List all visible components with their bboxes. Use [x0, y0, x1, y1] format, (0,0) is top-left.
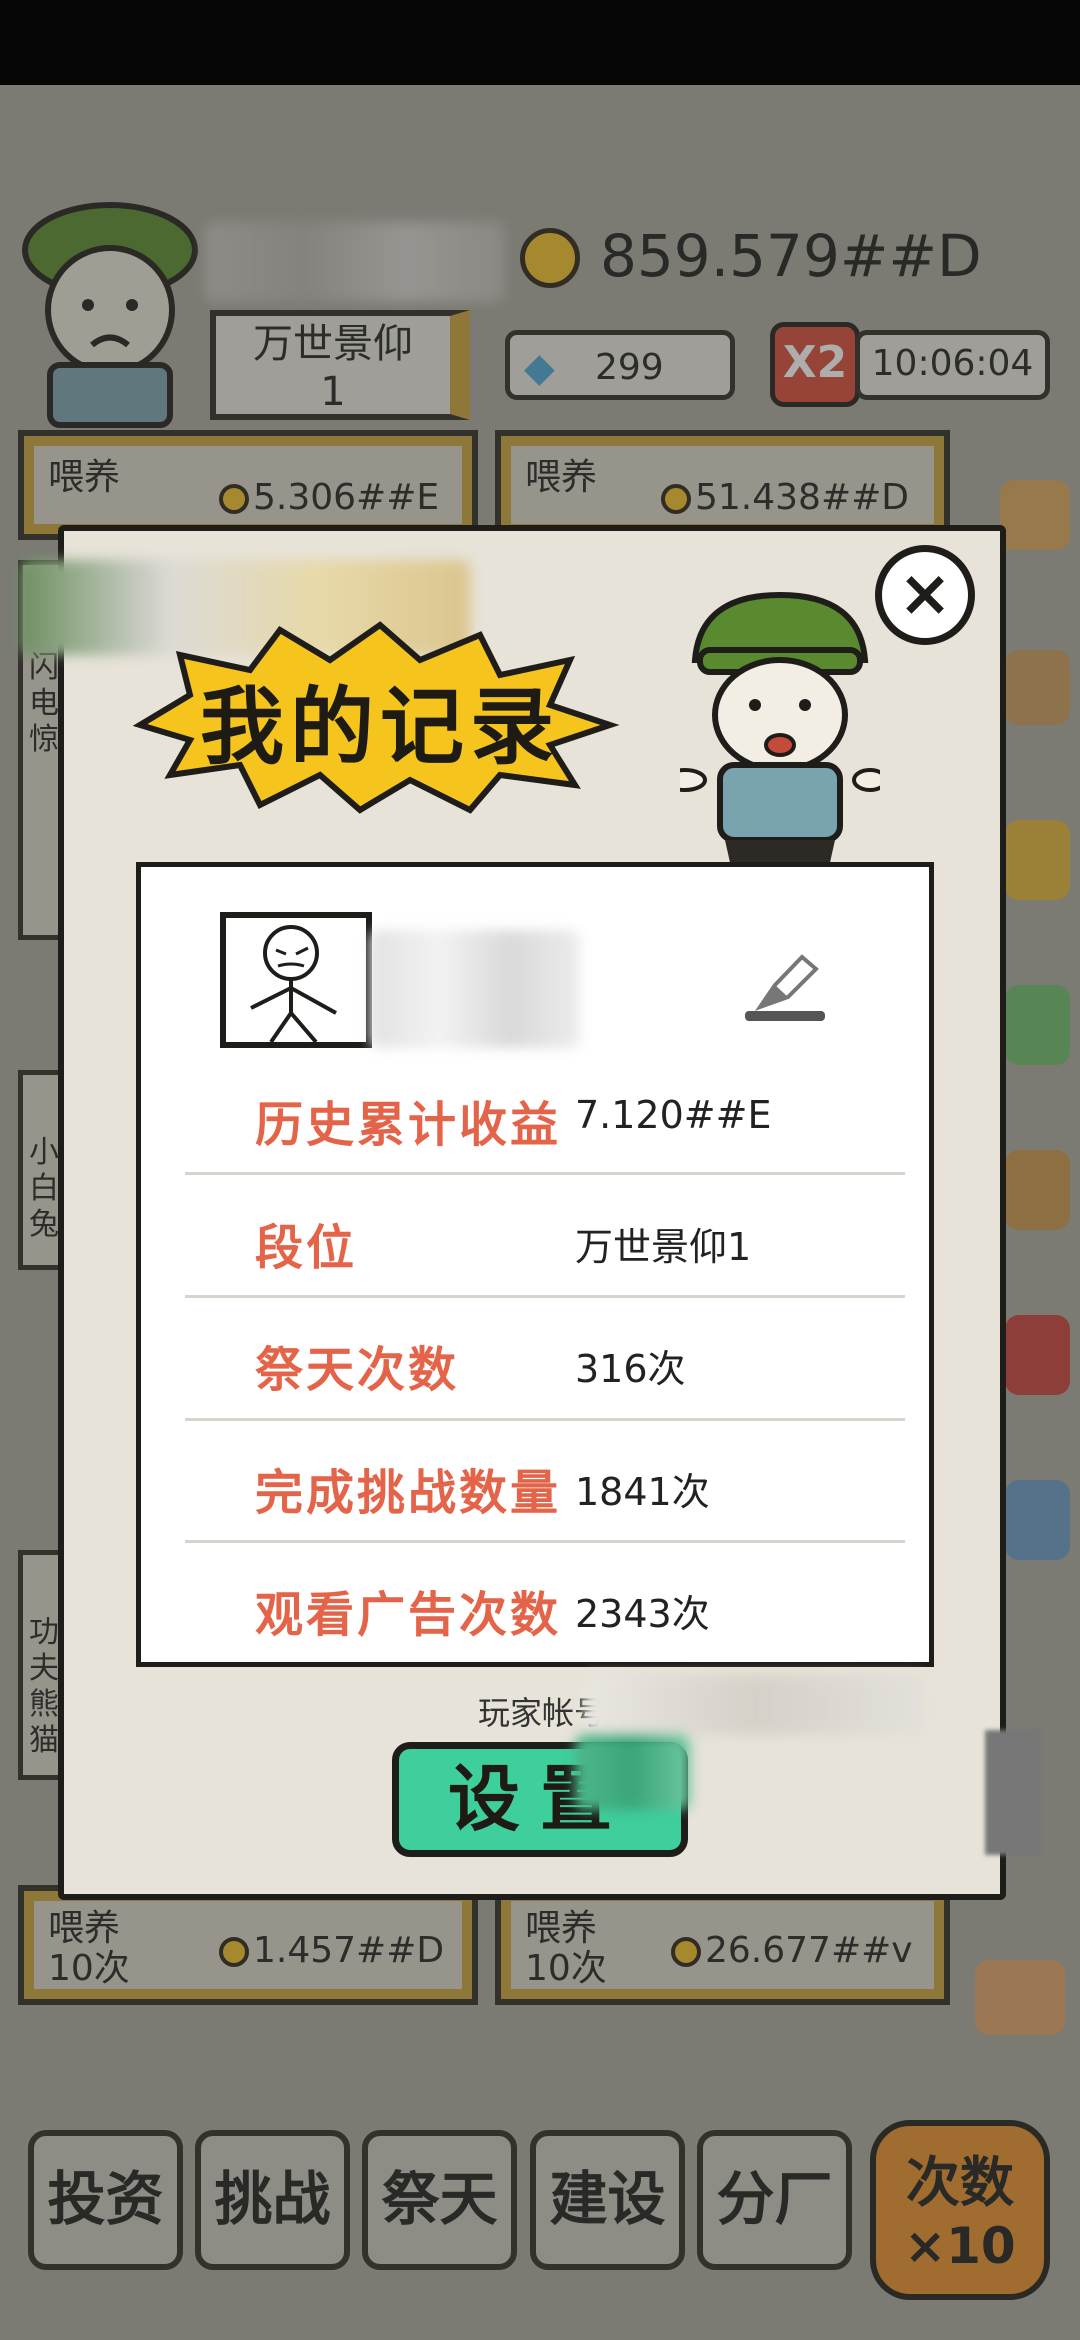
modal-title: 我的记录 — [199, 678, 560, 776]
stat-value: 316次 — [575, 1347, 686, 1391]
status-bar — [0, 0, 1080, 85]
stat-label: 观看广告次数 — [255, 1587, 562, 1643]
profile-avatar[interactable] — [220, 912, 372, 1048]
close-button[interactable]: × — [875, 545, 975, 645]
stat-value: 2343次 — [575, 1592, 710, 1636]
stat-value: 1841次 — [575, 1470, 710, 1514]
row-divider — [185, 1418, 905, 1421]
row-divider — [185, 1295, 905, 1298]
edit-pencil-icon[interactable] — [740, 945, 830, 1025]
blurred-region — [575, 1735, 690, 1810]
stickman-avatar-icon — [250, 925, 337, 1044]
stat-label: 完成挑战数量 — [255, 1465, 562, 1521]
stat-value: 万世景仰1 — [575, 1225, 752, 1269]
stat-label: 历史累计收益 — [255, 1097, 562, 1153]
blurred-region — [985, 1730, 1040, 1855]
stat-label: 段位 — [255, 1220, 358, 1276]
account-id-blurred — [585, 1675, 925, 1735]
stat-value: 7.120##E — [575, 1093, 772, 1137]
row-divider — [185, 1540, 905, 1543]
stat-label: 祭天次数 — [255, 1342, 460, 1398]
close-icon: × — [898, 557, 952, 631]
profile-name-blurred — [370, 930, 580, 1048]
row-divider — [185, 1172, 905, 1175]
